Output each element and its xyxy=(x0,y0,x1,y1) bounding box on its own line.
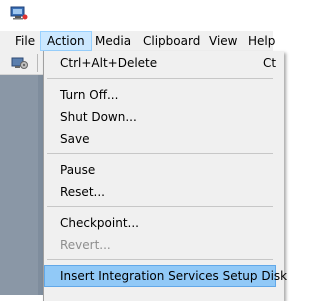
menu-bar: File Action Media Clipboard View Help xyxy=(0,31,275,51)
vm-screen-edge xyxy=(0,75,38,295)
menu-item-label: Ctrl+Alt+Delete xyxy=(60,56,158,70)
menu-item-label: Pause xyxy=(60,163,96,177)
menu-clipboard[interactable]: Clipboard xyxy=(137,31,206,51)
menu-item-shut-down[interactable]: Shut Down... xyxy=(44,106,276,128)
menu-item-label: Turn Off... xyxy=(60,88,119,102)
toolbar-separator xyxy=(37,54,38,72)
menu-separator xyxy=(47,206,273,207)
menu-item-label: Save xyxy=(60,132,90,146)
menu-item-reset[interactable]: Reset... xyxy=(44,181,276,203)
menu-media[interactable]: Media xyxy=(89,31,137,51)
menu-item-insert-integration-services[interactable]: Insert Integration Services Setup Disk xyxy=(44,265,287,287)
menu-file[interactable]: File xyxy=(9,31,41,51)
menu-item-pause[interactable]: Pause xyxy=(44,159,276,181)
hyper-v-vm-icon[interactable] xyxy=(10,6,28,20)
menu-view[interactable]: View xyxy=(203,31,243,51)
menu-action[interactable]: Action xyxy=(40,31,92,51)
menu-item-revert: Revert... xyxy=(44,234,276,256)
menu-item-checkpoint[interactable]: Checkpoint... xyxy=(44,212,276,234)
menu-item-ctrl-alt-delete[interactable]: Ctrl+Alt+Delete Ct xyxy=(44,52,276,74)
menu-separator xyxy=(47,153,273,154)
action-dropdown-menu: Ctrl+Alt+Delete Ct Turn Off... Shut Down… xyxy=(43,51,287,301)
menu-item-shortcut: Ct xyxy=(263,56,277,70)
menu-item-save[interactable]: Save xyxy=(44,128,276,150)
menu-item-label: Reset... xyxy=(60,185,105,199)
menu-separator xyxy=(47,78,273,79)
ctrl-alt-del-icon[interactable] xyxy=(11,55,29,71)
menu-separator xyxy=(47,259,273,260)
menu-item-label: Shut Down... xyxy=(60,110,137,124)
menu-item-label: Checkpoint... xyxy=(60,216,139,230)
menu-help[interactable]: Help xyxy=(242,31,281,51)
menu-item-turn-off[interactable]: Turn Off... xyxy=(44,84,276,106)
menu-item-label: Insert Integration Services Setup Disk xyxy=(60,269,288,283)
title-bar xyxy=(0,0,273,31)
menu-item-label: Revert... xyxy=(60,238,111,252)
